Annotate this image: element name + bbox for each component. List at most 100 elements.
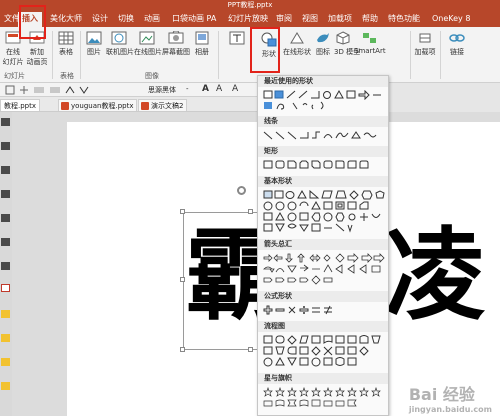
slide-thumbnail[interactable]: [1, 166, 10, 174]
decrease-font-icon[interactable]: A: [232, 84, 238, 94]
slide-thumbnail[interactable]: [1, 190, 10, 198]
table-button[interactable]: 表格: [56, 31, 76, 57]
icons-button[interactable]: 图标: [314, 31, 332, 57]
textbox-button[interactable]: [228, 31, 246, 47]
shape-row[interactable]: [263, 346, 385, 356]
tab-design[interactable]: 设计: [92, 13, 108, 24]
rotate-handle[interactable]: [237, 186, 246, 195]
online-shapes-label: 在线形状: [283, 48, 311, 56]
increase-font-icon[interactable]: A: [216, 84, 222, 94]
screenshot-icon: [168, 31, 184, 44]
doc-tab-current[interactable]: 教程.pptx: [0, 99, 40, 111]
equation-shapes: [263, 305, 332, 315]
tab-view[interactable]: 视图: [302, 13, 318, 24]
editor-area: 霸 凌: [12, 112, 500, 416]
model3d-button[interactable]: 3D 模型: [334, 31, 360, 57]
image-label: 图片: [87, 48, 101, 56]
resize-handle[interactable]: [248, 347, 253, 352]
shape-row[interactable]: [263, 305, 385, 315]
shapes-gallery: 最近使用的形状 线条 矩形 基本形状 箭头总汇 公式形状 流程图 星与旗帜: [257, 75, 389, 416]
slide-thumbnail[interactable]: [1, 214, 10, 222]
online-image-label: 联机图片: [106, 48, 134, 56]
online-shapes-button[interactable]: 在线形状: [283, 31, 311, 57]
shape-row[interactable]: [263, 130, 385, 140]
group-images-label: 图像: [145, 72, 159, 80]
font-size-selector[interactable]: -: [186, 85, 189, 93]
tab-special[interactable]: 特色功能: [388, 13, 420, 24]
album-button[interactable]: 相册: [192, 31, 212, 57]
web-image-button[interactable]: 在线图片: [134, 31, 162, 57]
shape-row[interactable]: [263, 212, 385, 222]
textbox-icon: [229, 31, 245, 45]
shape-row[interactable]: [263, 90, 385, 100]
tab-addins[interactable]: 加载项: [328, 13, 352, 24]
screenshot-label: 屏幕截图: [162, 48, 190, 56]
slide-thumbnail[interactable]: [1, 382, 10, 390]
web-image-icon: [139, 31, 155, 45]
tab-slideshow[interactable]: 幻灯片放映: [228, 13, 268, 24]
recent-shapes-row1: [263, 90, 381, 100]
ppt-file-icon: [141, 102, 149, 110]
cube-icon: [336, 31, 350, 45]
online-image-button[interactable]: 联机图片: [106, 31, 134, 57]
shape-row[interactable]: [263, 264, 385, 274]
slide-thumbnail[interactable]: [1, 310, 10, 318]
section-rectangles: 矩形: [258, 146, 388, 157]
slide-thumbnail[interactable]: [1, 238, 10, 246]
shape-row[interactable]: [263, 223, 385, 233]
resize-handle[interactable]: [180, 209, 185, 214]
separator: [410, 31, 411, 79]
link-button[interactable]: 链接: [446, 31, 468, 57]
doc-tab-presentation2[interactable]: 演示文稿2: [138, 99, 188, 111]
new-anim-line2: 动画页: [26, 58, 48, 66]
resize-handle[interactable]: [248, 209, 253, 214]
recent-shapes-row2: [264, 101, 324, 110]
smartart-label: SmartArt: [354, 47, 386, 55]
slide-thumbnail[interactable]: [1, 262, 10, 270]
image-button[interactable]: 图片: [84, 31, 104, 57]
addins-icon: [419, 33, 431, 43]
section-basic-shapes: 基本形状: [258, 176, 388, 187]
tab-transitions[interactable]: 切换: [118, 13, 134, 24]
shape-row[interactable]: [263, 160, 385, 170]
shape-row[interactable]: [263, 387, 385, 397]
web-image-label: 在线图片: [134, 48, 162, 56]
tab-beautify[interactable]: 美化大师: [50, 13, 82, 24]
tab-animations[interactable]: 动画: [144, 13, 160, 24]
shape-row[interactable]: [263, 201, 385, 211]
banner-shapes-row: [263, 399, 357, 407]
group-tables-label: 表格: [60, 72, 74, 80]
shape-row[interactable]: [263, 190, 385, 200]
shape-row[interactable]: [263, 398, 385, 408]
shape-row[interactable]: [263, 275, 385, 285]
tab-pocket-animation[interactable]: 口袋动画 PA: [172, 13, 216, 24]
tab-help[interactable]: 帮助: [362, 13, 378, 24]
shape-row[interactable]: [263, 335, 385, 345]
slide-thumbnail[interactable]: [1, 142, 10, 150]
slide-char-right[interactable]: 凌: [385, 226, 485, 326]
tab-review[interactable]: 审阅: [276, 13, 292, 24]
baidu-watermark: Bai 经验 jingyan.baidu.com: [409, 381, 492, 414]
addins-button[interactable]: 加载项: [414, 31, 436, 57]
addins-label: 加载项: [414, 48, 436, 56]
doc-tab-youguan[interactable]: youguan教程.pptx: [58, 99, 138, 111]
rectangle-shapes: [263, 160, 369, 169]
screenshot-button[interactable]: 屏幕截图: [162, 31, 190, 57]
slide-thumbnail-selected[interactable]: [1, 284, 10, 292]
shape-row[interactable]: [263, 253, 385, 263]
tab-onekey[interactable]: OneKey 8: [432, 13, 470, 24]
slide-thumbnail[interactable]: [1, 334, 10, 342]
slide-thumbnail[interactable]: [1, 358, 10, 366]
smartart-button[interactable]: SmartArt: [354, 31, 386, 55]
basic-shapes-row3: [263, 212, 381, 222]
new-slide-line2: 幻灯片: [2, 58, 24, 66]
shape-row[interactable]: [263, 357, 385, 367]
slide-thumbnail[interactable]: [1, 118, 10, 126]
highlight-shapes-button: [250, 27, 280, 73]
shape-row[interactable]: [263, 101, 385, 111]
font-color-icon[interactable]: A: [202, 84, 209, 94]
font-selector[interactable]: 思源黑体: [148, 85, 176, 95]
link-icon: [449, 34, 465, 42]
resize-handle[interactable]: [180, 347, 185, 352]
image-icon: [86, 31, 102, 45]
